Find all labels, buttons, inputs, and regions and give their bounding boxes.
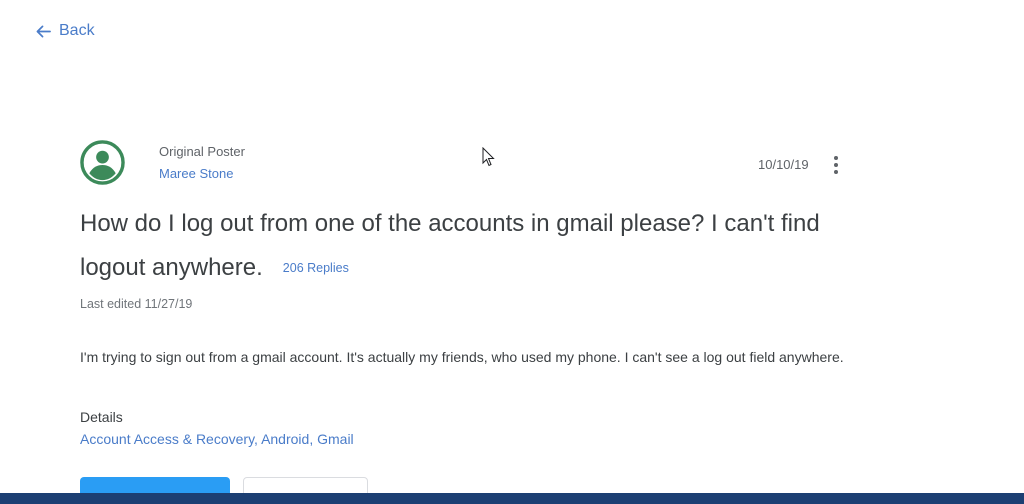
thread-page: Back Original Poster Maree Stone 10/10/1… [0, 0, 1024, 504]
last-edited-label: Last edited 11/27/19 [80, 297, 193, 311]
tag-android[interactable]: Android [261, 431, 309, 447]
question-title-text: How do I log out from one of the account… [80, 210, 820, 281]
back-link[interactable]: Back [36, 22, 95, 40]
tag-account-access[interactable]: Account Access & Recovery [80, 431, 254, 447]
arrow-left-icon [36, 25, 51, 37]
poster-name-link[interactable]: Maree Stone [159, 166, 233, 181]
more-vertical-icon[interactable] [828, 154, 844, 176]
tag-gmail[interactable]: Gmail [317, 431, 354, 447]
poster-role: Original Poster [159, 144, 245, 159]
details-tags: Account Access & Recovery, Android, Gmai… [80, 431, 354, 447]
details-label: Details [80, 409, 123, 425]
post-date: 10/10/19 [758, 157, 809, 172]
question-title: How do I log out from one of the account… [80, 202, 880, 290]
account-circle-icon[interactable] [80, 140, 125, 185]
os-taskbar [0, 493, 1024, 504]
post-header: Original Poster Maree Stone 10/10/19 [80, 140, 860, 186]
post-body: I'm trying to sign out from a gmail acco… [80, 349, 844, 365]
mouse-cursor-icon [482, 147, 495, 167]
replies-link[interactable]: 206 Replies [283, 261, 349, 275]
back-label: Back [59, 22, 95, 39]
